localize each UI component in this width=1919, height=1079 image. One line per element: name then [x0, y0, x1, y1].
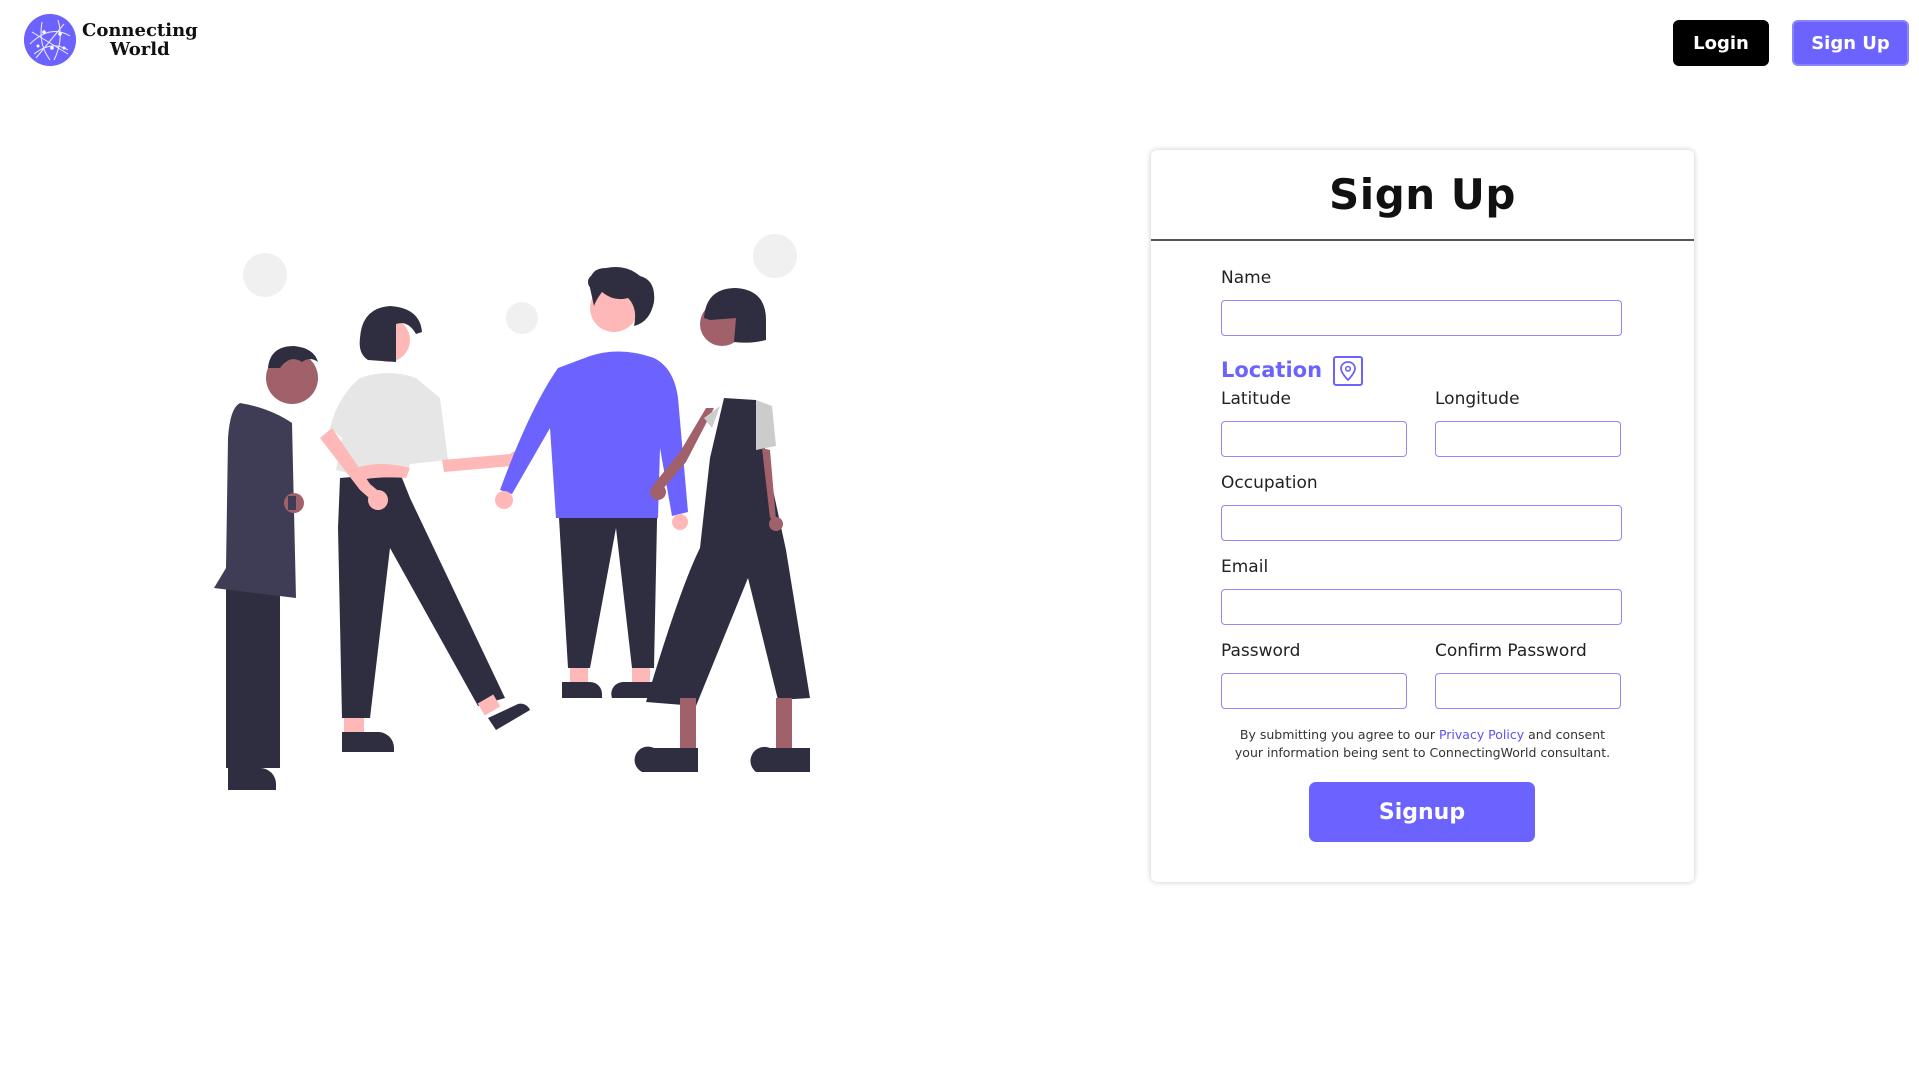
privacy-policy-link[interactable]: Privacy Policy [1439, 727, 1524, 742]
consent-text-line2: your information being sent to Connectin… [1234, 745, 1611, 760]
consent-text-after: and consent [1524, 727, 1606, 742]
consent-text-before: By submitting you agree to our [1239, 727, 1439, 742]
latitude-label: Latitude [1221, 389, 1291, 409]
form-title: Sign Up [1151, 150, 1694, 241]
password-label: Password [1221, 641, 1301, 661]
person-2 [320, 306, 530, 752]
latitude-input[interactable] [1221, 421, 1407, 457]
occupation-input[interactable] [1221, 505, 1622, 541]
person-1 [214, 346, 318, 790]
signup-submit-button[interactable]: Signup [1309, 782, 1535, 842]
globe-network-icon [24, 14, 76, 66]
signup-page: Connecting World Login Sign Up Sign Up N… [0, 0, 1919, 1079]
password-input[interactable] [1221, 673, 1407, 709]
confirm-password-input[interactable] [1435, 673, 1621, 709]
brand-line1: Connecting [82, 20, 198, 41]
map-pin-icon[interactable] [1333, 356, 1363, 386]
email-label: Email [1221, 557, 1269, 577]
brand-name: Connecting World [82, 21, 198, 59]
occupation-label: Occupation [1221, 473, 1318, 493]
longitude-input[interactable] [1435, 421, 1621, 457]
signup-nav-button[interactable]: Sign Up [1792, 20, 1909, 66]
email-input[interactable] [1221, 589, 1622, 625]
brand-line2: World [110, 39, 170, 60]
longitude-label: Longitude [1435, 389, 1520, 409]
person-4 [634, 288, 810, 772]
brand-logo[interactable]: Connecting World [24, 14, 198, 66]
name-label: Name [1221, 268, 1272, 288]
location-heading: Location [1221, 358, 1323, 382]
login-button[interactable]: Login [1673, 20, 1769, 66]
name-input[interactable] [1221, 300, 1622, 336]
people-illustration [214, 234, 810, 790]
consent-text: By submitting you agree to our Privacy P… [1151, 726, 1694, 762]
confirm-password-label: Confirm Password [1435, 641, 1587, 661]
signup-card: Sign Up Name Location Latitude Longitude… [1151, 150, 1694, 882]
